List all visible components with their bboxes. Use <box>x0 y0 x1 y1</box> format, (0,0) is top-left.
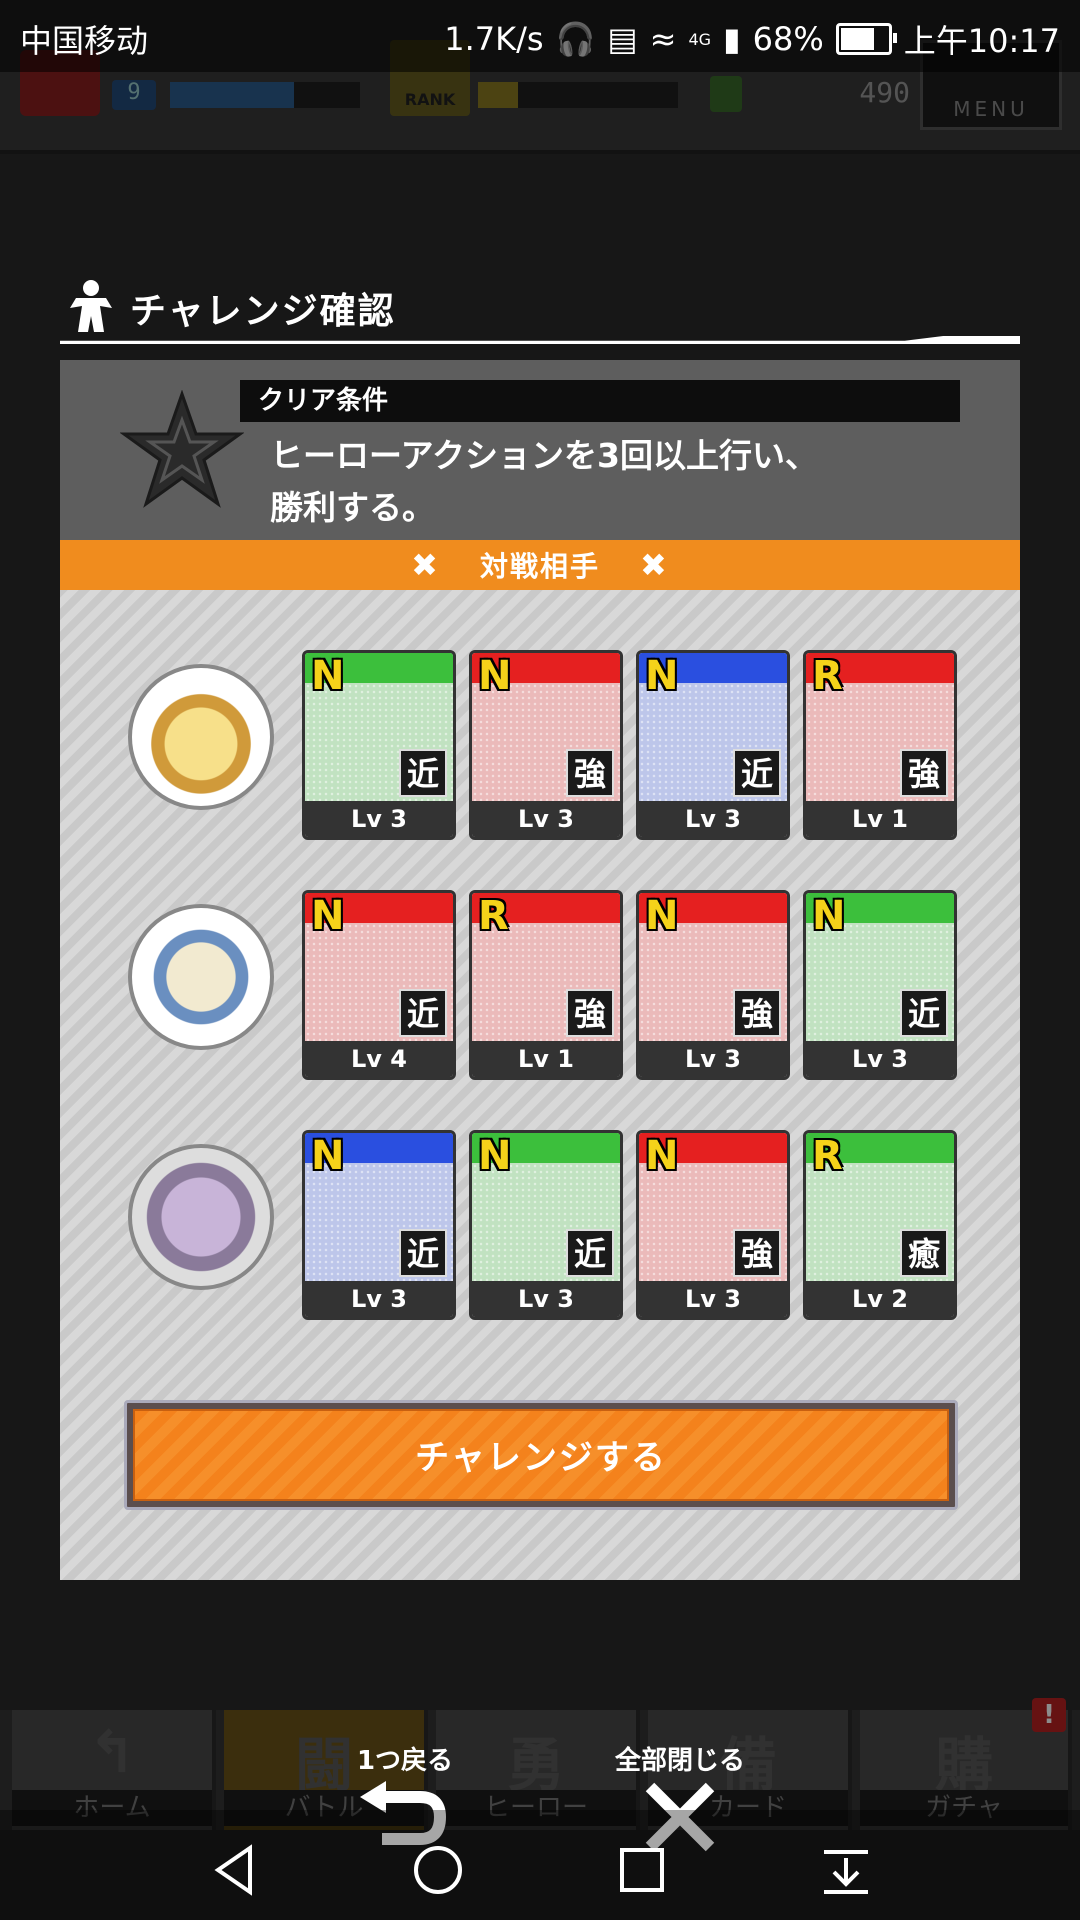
opponent-row: N 近 Lv 3 N 強 Lv 3 N 近 Lv 3 R 強 Lv 1 <box>60 650 1020 850</box>
recents-square-icon[interactable] <box>612 1840 672 1900</box>
star-icon <box>120 390 244 508</box>
opponent-portrait[interactable] <box>128 904 274 1050</box>
opponent-card[interactable]: N 近 Lv 3 <box>803 890 957 1080</box>
card-rarity: N <box>478 653 512 699</box>
close-all-label: 全部閉じる <box>614 1746 745 1776</box>
card-type-badge: 近 <box>900 989 948 1037</box>
network-speed: 1.7K/s <box>444 20 544 58</box>
back-one-label: 1つ戻る <box>356 1746 454 1776</box>
card-rarity: N <box>311 653 345 699</box>
cross-icon: ✖ <box>640 546 669 584</box>
card-rarity: N <box>311 1133 345 1179</box>
card-level: Lv 3 <box>472 1281 620 1317</box>
opponent-card[interactable]: R 癒 Lv 2 <box>803 1130 957 1320</box>
clock: 上午10:17 <box>903 22 1060 60</box>
card-level: Lv 3 <box>305 1281 453 1317</box>
condition-text: ヒーローアクションを3回以上行い、 勝利する。 <box>270 430 818 534</box>
opponent-card[interactable]: N 近 Lv 3 <box>302 1130 456 1320</box>
card-level: Lv 3 <box>305 801 453 837</box>
opponent-card[interactable]: N 近 Lv 3 <box>302 650 456 840</box>
card-type-badge: 強 <box>733 1229 781 1277</box>
card-level: Lv 3 <box>806 1041 954 1077</box>
opponent-portrait[interactable] <box>128 664 274 810</box>
card-type-badge: 癒 <box>900 1229 948 1277</box>
cross-icon: ✖ <box>411 546 440 584</box>
card-type-badge: 近 <box>733 749 781 797</box>
carrier-name: 中国移动 <box>20 22 149 60</box>
home-circle-icon[interactable] <box>408 1840 468 1900</box>
card-type-badge: 近 <box>399 1229 447 1277</box>
opponent-row: N 近 Lv 3 N 近 Lv 3 N 強 Lv 3 R 癒 Lv 2 <box>60 1130 1020 1330</box>
card-rarity: N <box>812 893 846 939</box>
vibrate-icon: ▤ <box>607 20 638 58</box>
opponent-portrait[interactable] <box>128 1144 274 1290</box>
opponent-card[interactable]: R 強 Lv 1 <box>469 890 623 1080</box>
signal-icon: ▮ <box>723 20 741 58</box>
card-level: Lv 3 <box>639 801 787 837</box>
card-level: Lv 1 <box>806 801 954 837</box>
card-rarity: R <box>812 1133 843 1179</box>
battery-percent: 68% <box>752 20 824 58</box>
opponent-card[interactable]: R 強 Lv 1 <box>803 650 957 840</box>
card-rarity: N <box>645 893 679 939</box>
card-type-badge: 強 <box>733 989 781 1037</box>
clear-condition: クリア条件 ヒーローアクションを3回以上行い、 勝利する。 <box>60 360 1020 540</box>
card-type-badge: 近 <box>399 989 447 1037</box>
challenge-panel: クリア条件 ヒーローアクションを3回以上行い、 勝利する。 ✖ 対戦相手 ✖ N近L… <box>60 360 1020 1580</box>
opponent-card[interactable]: N 近 Lv 3 <box>636 650 790 840</box>
opponent-card[interactable]: N 強 Lv 3 <box>636 1130 790 1320</box>
card-rarity: N <box>645 1133 679 1179</box>
card-level: Lv 3 <box>639 1041 787 1077</box>
wifi-icon: ≈ <box>649 20 677 58</box>
challenge-button[interactable]: チャレンジする <box>124 1400 958 1510</box>
opponent-header: ✖ 対戦相手 ✖ <box>60 540 1020 590</box>
opponent-header-label: 対戦相手 <box>479 550 600 583</box>
card-type-badge: 強 <box>566 989 614 1037</box>
card-level: Lv 1 <box>472 1041 620 1077</box>
battery-icon <box>835 23 897 55</box>
android-nav-bar <box>0 1810 1080 1920</box>
card-level: Lv 3 <box>639 1281 787 1317</box>
title-underline <box>60 336 1020 344</box>
opponent-card[interactable]: N 強 Lv 3 <box>636 890 790 1080</box>
notification-pulldown-icon[interactable] <box>816 1840 876 1900</box>
card-type-badge: 強 <box>900 749 948 797</box>
condition-line-1: ヒーローアクションを3回以上行い、 <box>270 436 818 475</box>
condition-line-2: 勝利する。 <box>270 488 435 527</box>
card-type-badge: 近 <box>399 749 447 797</box>
card-rarity: R <box>478 893 509 939</box>
hero-emblem-icon <box>70 280 112 332</box>
back-triangle-icon[interactable] <box>206 1840 266 1900</box>
condition-label: クリア条件 <box>240 380 960 422</box>
status-bar: 中国移动 1.7K/s 🎧 ▤ ≈ 4G ▮ 68% 上午10:17 <box>0 0 1080 72</box>
opponent-card[interactable]: N 近 Lv 4 <box>302 890 456 1080</box>
card-rarity: N <box>311 893 345 939</box>
card-type-badge: 近 <box>566 1229 614 1277</box>
dialog-title: チャレンジ確認 <box>130 291 396 332</box>
opponent-card[interactable]: N 強 Lv 3 <box>469 650 623 840</box>
card-level: Lv 4 <box>305 1041 453 1077</box>
headphone-icon: 🎧 <box>555 20 596 58</box>
opponent-card[interactable]: N 近 Lv 3 <box>469 1130 623 1320</box>
card-rarity: N <box>645 653 679 699</box>
opponent-row: N 近 Lv 4 R 強 Lv 1 N 強 Lv 3 N 近 Lv 3 <box>60 890 1020 1090</box>
card-level: Lv 3 <box>472 801 620 837</box>
challenge-button-label: チャレンジする <box>133 1409 949 1501</box>
card-level: Lv 2 <box>806 1281 954 1317</box>
card-rarity: R <box>812 653 843 699</box>
dialog-header: チャレンジ確認 <box>60 270 1020 350</box>
card-rarity: N <box>478 1133 512 1179</box>
network-type: 4G <box>688 29 712 49</box>
card-type-badge: 強 <box>566 749 614 797</box>
